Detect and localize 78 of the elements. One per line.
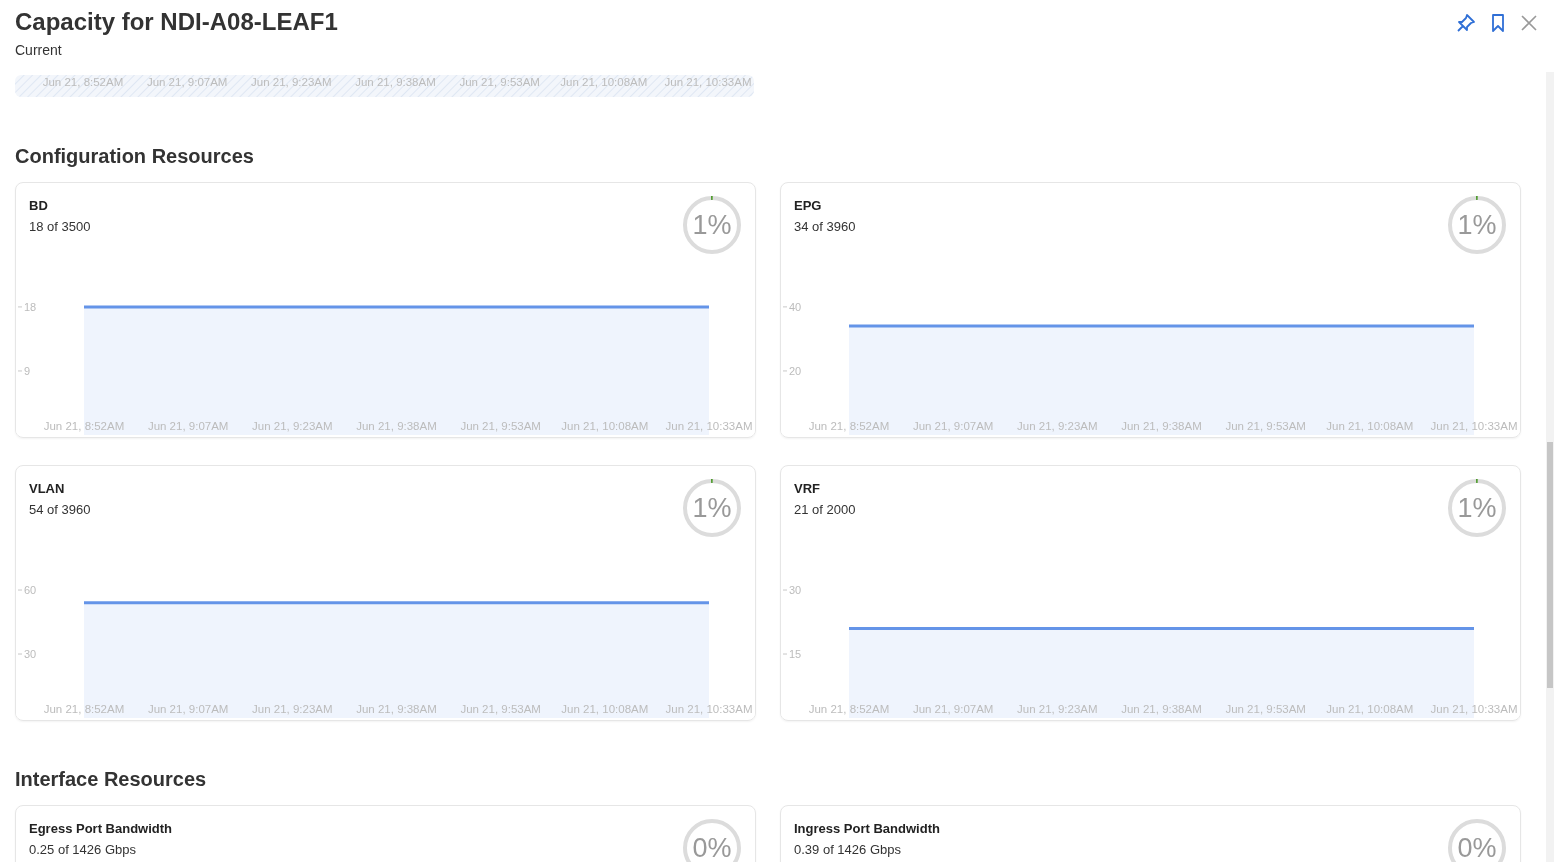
x-tick-label: Jun 21, 10:08AM (1326, 703, 1414, 715)
x-tick-label: Jun 21, 10:08AM (1326, 420, 1414, 432)
x-tick-label: Jun 21, 9:38AM (1121, 420, 1202, 432)
scrollbar-thumb[interactable] (1547, 442, 1553, 688)
section-heading: Interface Resources (15, 768, 208, 791)
x-tick-label: Jun 21, 9:53AM (460, 703, 541, 715)
card-title: EPG (794, 198, 823, 213)
page-subtitle: Current (15, 42, 63, 58)
pin-icon[interactable] (1456, 13, 1476, 33)
axis-label: Jun 21, 9:07AM (146, 76, 228, 88)
x-tick-label: Jun 21, 10:33AM (665, 703, 753, 715)
card-title: Egress Port Bandwidth (29, 821, 173, 836)
y-tick-label: 18 (17, 300, 37, 313)
y-tick-label: 60 (17, 584, 37, 597)
x-tick-label: Jun 21, 9:23AM (252, 703, 333, 715)
x-tick-label: Jun 21, 10:33AM (1430, 703, 1518, 715)
x-tick-label: Jun 21, 9:07AM (912, 420, 994, 432)
y-tick-label: 15 (789, 648, 802, 661)
card-title: BD (29, 198, 49, 213)
x-tick-label: Jun 21, 9:38AM (356, 420, 437, 432)
y-tick-label: 30 (782, 584, 802, 597)
x-tick-label: Jun 21, 8:52AM (43, 703, 125, 715)
x-tick-label: Jun 21, 9:38AM (356, 703, 437, 715)
usage-percent: 1% (1457, 493, 1497, 523)
x-tick-label: Jun 21, 9:53AM (1225, 420, 1306, 432)
x-tick-label: Jun 21, 8:52AM (808, 703, 890, 715)
x-tick-label: Jun 21, 8:52AM (43, 420, 125, 432)
x-tick-label: Jun 21, 9:53AM (1225, 703, 1306, 715)
card-subtitle: 34 of 3960 (794, 219, 856, 234)
x-tick-label: Jun 21, 9:07AM (147, 703, 229, 715)
x-tick-label: Jun 21, 9:07AM (147, 420, 229, 432)
axis-label: Jun 21, 8:52AM (42, 76, 124, 88)
x-tick-label: Jun 21, 9:23AM (252, 420, 333, 432)
card-subtitle: 0.39 of 1426 Gbps (794, 842, 902, 857)
x-tick-label: Jun 21, 8:52AM (808, 420, 890, 432)
usage-percent: 1% (692, 493, 732, 523)
y-tick-label: 30 (24, 648, 37, 661)
close-icon[interactable] (1520, 14, 1538, 32)
usage-percent: 1% (1457, 210, 1497, 240)
y-tick-label: 40 (789, 300, 802, 313)
card-title: Ingress Port Bandwidth (794, 821, 940, 836)
y-tick-label: 30 (789, 584, 802, 597)
card-title: VRF (794, 481, 821, 496)
card-subtitle: 0.25 of 1426 Gbps (29, 842, 137, 857)
x-tick-label: Jun 21, 9:23AM (1017, 420, 1098, 432)
axis-label: Jun 21, 9:53AM (459, 76, 540, 88)
bookmark-icon[interactable] (1490, 13, 1506, 33)
usage-percent: 0% (1457, 833, 1497, 862)
page-title: Capacity for NDI-A08-LEAF1 (15, 8, 338, 36)
axis-label: Jun 21, 10:33AM (664, 76, 752, 88)
card-title: VLAN (29, 481, 66, 496)
y-tick-label: 9 (24, 364, 31, 377)
y-tick-label: 18 (24, 300, 37, 313)
section-heading: Configuration Resources (15, 145, 255, 168)
x-tick-label: Jun 21, 10:08AM (561, 703, 649, 715)
y-tick-label: 20 (782, 364, 802, 377)
y-tick-label: 40 (782, 300, 802, 313)
x-tick-label: Jun 21, 10:08AM (561, 420, 649, 432)
card-subtitle: 21 of 2000 (794, 502, 856, 517)
y-tick-label: 9 (17, 364, 31, 377)
y-tick-label: 15 (782, 648, 802, 660)
axis-label: Jun 21, 9:38AM (355, 76, 436, 88)
x-tick-label: Jun 21, 10:33AM (1430, 420, 1518, 432)
x-tick-label: Jun 21, 10:33AM (665, 420, 753, 432)
card-subtitle: 54 of 3960 (29, 502, 91, 517)
scrollbar[interactable] (1546, 72, 1554, 862)
usage-percent: 0% (692, 833, 732, 862)
card-subtitle: 18 of 3500 (29, 219, 91, 234)
axis-label: Jun 21, 10:08AM (560, 76, 648, 88)
usage-percent: 1% (692, 210, 732, 240)
y-tick-label: 60 (24, 584, 37, 597)
y-tick-label: 30 (17, 648, 37, 660)
x-tick-label: Jun 21, 9:38AM (1121, 703, 1202, 715)
x-tick-label: Jun 21, 9:07AM (912, 703, 994, 715)
axis-label: Jun 21, 9:23AM (251, 76, 332, 88)
y-tick-label: 20 (789, 364, 802, 377)
x-tick-label: Jun 21, 9:23AM (1017, 703, 1098, 715)
x-tick-label: Jun 21, 9:53AM (460, 420, 541, 432)
